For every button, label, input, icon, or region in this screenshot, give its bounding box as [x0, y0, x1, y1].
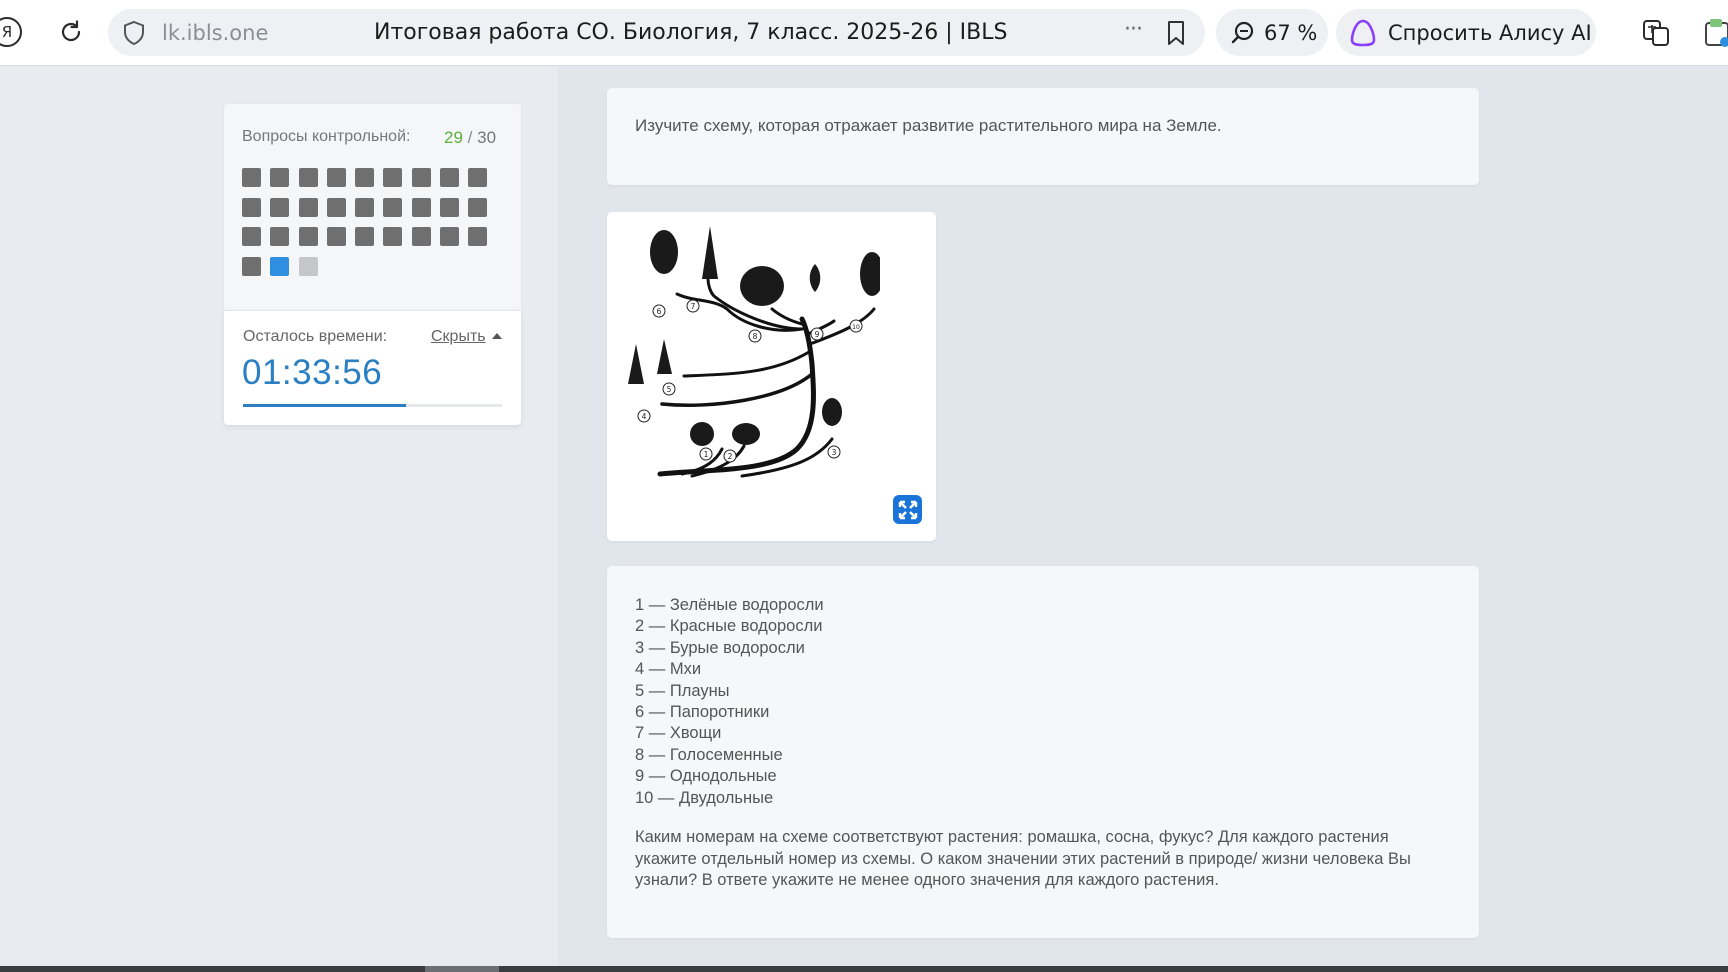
legend-item: 6 — Папоротники: [635, 703, 770, 722]
question-cell[interactable]: [242, 256, 261, 276]
question-cell[interactable]: [383, 197, 403, 217]
legend-item: 10 — Двудольные: [635, 788, 774, 807]
ask-alice-label: Спросить Алису AI: [1388, 20, 1592, 45]
timer-card: Осталось времени: Скрыть 01:33:56: [224, 310, 521, 425]
legend-item: 4 — Мхи: [635, 660, 702, 679]
scheme-label-number: 6: [657, 307, 662, 316]
address-bar[interactable]: lk.ibls.one Итоговая работа СО. Биология…: [108, 9, 1205, 56]
questions-card: Вопросы контрольной: 29 / 30: [224, 104, 521, 310]
question-cell[interactable]: [411, 168, 431, 187]
question-cell[interactable]: [298, 168, 318, 187]
legend-item: 1 — Зелёные водоросли: [635, 596, 824, 614]
scheme-label-number: 10: [852, 324, 860, 331]
scheme-image-card: 1 2 3 4 5 6 7 8 9 10: [607, 212, 936, 541]
questions-label: Вопросы контрольной:: [242, 128, 411, 145]
question-cell[interactable]: [326, 227, 346, 246]
time-progress-track: [243, 404, 502, 407]
questions-counter: 29 / 30: [444, 128, 496, 148]
question-cell[interactable]: [355, 197, 375, 217]
question-cell[interactable]: [242, 197, 261, 217]
question-cell[interactable]: [242, 168, 261, 187]
expand-image-icon[interactable]: [893, 495, 922, 524]
scheme-label-number: 1: [704, 450, 709, 459]
page-title: Итоговая работа СО. Биология, 7 класс. 2…: [374, 20, 1008, 45]
legend-item: 8 — Голосеменные: [635, 745, 783, 764]
counter-separator: /: [467, 128, 473, 147]
scheme-label-number: 3: [832, 448, 837, 457]
scheme-legend: 1 — Зелёные водоросли 2 — Красные водорос…: [635, 595, 824, 809]
question-cell[interactable]: [270, 256, 290, 276]
translate-icon[interactable]: [1640, 17, 1672, 49]
time-remaining-value: 01:33:56: [242, 353, 383, 392]
total-questions-number: 30: [477, 128, 497, 147]
question-cell[interactable]: [326, 197, 346, 217]
time-progress-fill: [243, 404, 407, 407]
question-cell[interactable]: [298, 197, 318, 217]
question-cell[interactable]: [242, 227, 261, 246]
question-cell[interactable]: [468, 227, 488, 246]
scheme-label-number: 4: [642, 412, 647, 421]
question-cell[interactable]: [298, 256, 318, 276]
shield-icon[interactable]: [122, 20, 146, 46]
question-cell[interactable]: [298, 227, 318, 246]
current-question-number: 29: [444, 128, 463, 147]
question-cell[interactable]: [468, 168, 488, 187]
legend-item: 3 — Бурые водоросли: [635, 638, 805, 657]
more-options-icon[interactable]: ···: [1124, 17, 1143, 42]
question-cell[interactable]: [440, 168, 460, 187]
plant-evolution-scheme: 1 2 3 4 5 6 7 8 9 10: [628, 226, 880, 478]
scheme-label-number: 7: [691, 302, 696, 311]
intro-card: Изучите схему, которая отражает развитие…: [607, 88, 1479, 185]
main-content: Изучите схему, которая отражает развитие…: [558, 66, 1728, 966]
question-cell[interactable]: [326, 168, 346, 187]
ask-alice-button[interactable]: Спросить Алису AI: [1336, 9, 1596, 56]
question-cell[interactable]: [270, 168, 290, 187]
question-cell[interactable]: [270, 197, 290, 217]
question-cell[interactable]: [355, 168, 375, 187]
reload-icon[interactable]: [56, 16, 86, 48]
intro-text: Изучите схему, которая отражает развитие…: [635, 116, 1222, 135]
zoom-icon: [1231, 21, 1254, 43]
question-cell[interactable]: [355, 227, 375, 246]
scrollbar-thumb[interactable]: [425, 966, 499, 972]
question-cell[interactable]: [270, 227, 290, 246]
yandex-logo-icon[interactable]: Я: [0, 17, 22, 47]
question-cell[interactable]: [411, 197, 431, 217]
horizontal-scrollbar[interactable]: [0, 966, 1728, 972]
question-cell[interactable]: [440, 197, 460, 217]
scheme-label-number: 2: [728, 452, 733, 461]
legend-item: 2 — Красные водоросли: [635, 617, 823, 636]
legend-item: 5 — Плауны: [635, 681, 730, 700]
extension-icon[interactable]: [1702, 17, 1728, 49]
scheme-label-number: 5: [667, 385, 672, 394]
time-remaining-label: Осталось времени:: [243, 328, 388, 345]
hide-timer-link[interactable]: Скрыть: [431, 328, 486, 346]
legend-card: 1 — Зелёные водоросли 2 — Красные водорос…: [607, 566, 1479, 938]
scheme-label-number: 8: [753, 332, 758, 341]
question-navigator: [242, 168, 488, 276]
legend-item: 9 — Однодольные: [635, 767, 777, 786]
question-cell[interactable]: [383, 227, 403, 246]
alice-icon: [1350, 19, 1376, 46]
bookmark-icon[interactable]: [1165, 20, 1187, 46]
scheme-label-number: 9: [815, 330, 820, 339]
caret-up-icon[interactable]: [492, 333, 502, 339]
zoom-button[interactable]: 67 %: [1216, 9, 1328, 56]
legend-item: 7 — Хвощи: [635, 724, 722, 743]
question-cell[interactable]: [468, 197, 488, 217]
question-cell[interactable]: [440, 227, 460, 246]
question-cell[interactable]: [411, 227, 431, 246]
question-cell[interactable]: [383, 168, 403, 187]
url-domain[interactable]: lk.ibls.one: [162, 21, 268, 45]
question-text: Каким номерам на схеме соответствуют рас…: [635, 828, 1411, 890]
browser-toolbar: Я lk.ibls.one Итоговая работа СО. Биолог…: [0, 0, 1728, 66]
zoom-level: 67 %: [1264, 20, 1318, 45]
